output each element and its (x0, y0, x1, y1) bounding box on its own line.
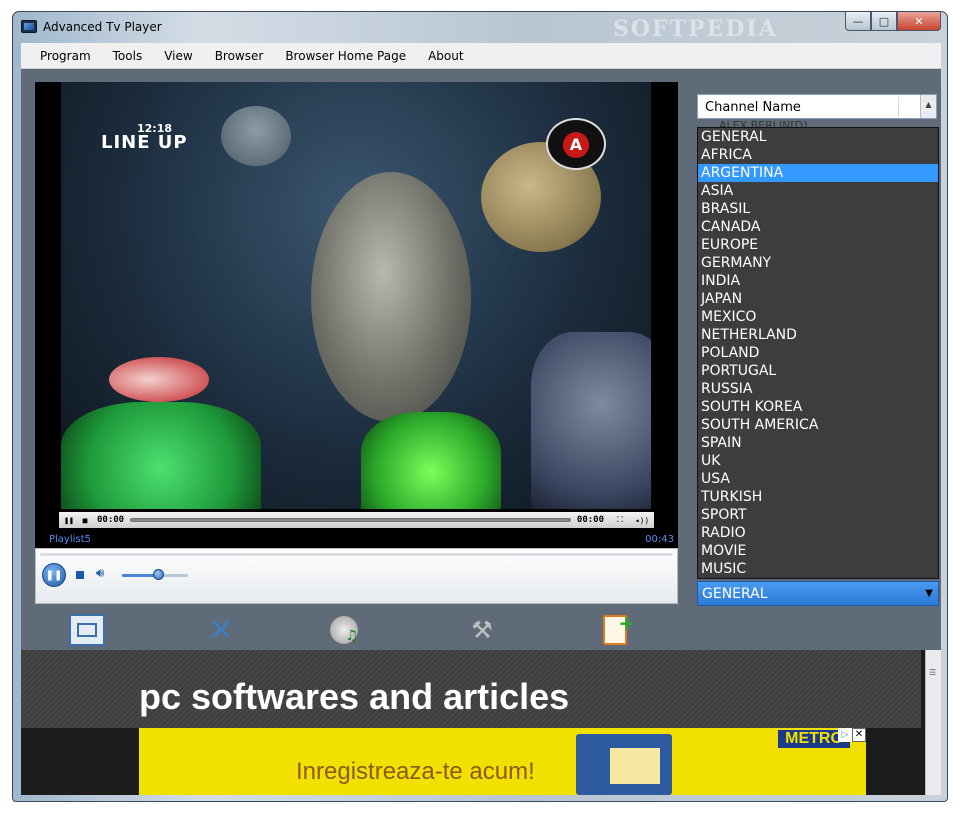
category-option[interactable]: SPAIN (698, 434, 938, 452)
progress-line[interactable] (40, 553, 673, 556)
mini-stop-icon[interactable]: ■ (79, 514, 91, 526)
video-fish-large (311, 172, 471, 422)
player-controls: ❚❚ 🔊︎ (35, 548, 678, 604)
category-option[interactable]: MEXICO (698, 308, 938, 326)
ad-close-icon[interactable]: ✕ (852, 728, 866, 742)
category-option[interactable]: SOUTH AMERICA (698, 416, 938, 434)
channel-logo-letter: A (563, 132, 589, 158)
category-option[interactable]: MUSIC (698, 560, 938, 578)
browser-scrollbar[interactable]: ☰ (925, 650, 941, 795)
category-option[interactable]: INDIA (698, 272, 938, 290)
add-channel-icon[interactable]: + (597, 611, 635, 646)
shuffle-icon[interactable]: ✕ (203, 613, 239, 648)
embedded-browser: pc softwares and articles ☰ Inregistreaz… (21, 650, 941, 795)
seek-start-time: 00:00 (97, 515, 125, 525)
minimize-button[interactable]: — (845, 12, 871, 31)
category-option[interactable]: GERMANY (698, 254, 938, 272)
channel-name-column[interactable]: Channel Name (705, 100, 801, 115)
ad-info-icon[interactable]: ▷ (838, 728, 852, 742)
video-area: 12:18 LINE UP A ❚❚ ■ 00:00 00:00 ⛶ ◂)) P… (35, 82, 678, 548)
pause-icon: ❚❚ (45, 569, 63, 581)
chevron-down-icon[interactable]: ▼ (925, 588, 933, 599)
category-option[interactable]: SOUTH KOREA (698, 398, 938, 416)
caption-buttons: — □ ✕ (845, 12, 941, 32)
category-option[interactable]: PORTUGAL (698, 362, 938, 380)
category-option[interactable]: AFRICA (698, 146, 938, 164)
scroll-grip-icon[interactable]: ☰ (929, 668, 939, 678)
volume-thumb[interactable] (153, 569, 165, 580)
scroll-up-icon[interactable]: ▲ (920, 95, 936, 118)
menu-view[interactable]: View (153, 49, 203, 63)
column-separator (898, 97, 899, 117)
browser-headline[interactable]: pc softwares and articles (139, 676, 569, 718)
video-fish-small (221, 106, 291, 166)
ad-banner[interactable]: Inregistreaza-te acum! METRO ▷ ✕ (139, 728, 866, 795)
menu-browser[interactable]: Browser (204, 49, 275, 63)
category-option[interactable]: BRASIL (698, 200, 938, 218)
category-option[interactable]: CANADA (698, 218, 938, 236)
category-option[interactable]: UK (698, 452, 938, 470)
mini-fullscreen-icon[interactable]: ⛶ (614, 514, 626, 526)
menu-browser-home-page[interactable]: Browser Home Page (274, 49, 417, 63)
bottom-toolbar: ✕ ♫ ⚒ + (21, 606, 941, 650)
tools-icon[interactable]: ⚒ (464, 614, 500, 646)
seek-end-time: 00:00 (576, 515, 604, 525)
category-option[interactable]: MOVIE (698, 542, 938, 560)
category-option[interactable]: NETHERLAND (698, 326, 938, 344)
ad-message[interactable]: Inregistreaza-te acum! (296, 758, 535, 786)
video-plants-center (361, 412, 501, 509)
fullscreen-icon[interactable] (69, 614, 105, 646)
channel-list-header[interactable]: Channel Name ▲ (697, 94, 937, 119)
video-rocks-right (531, 332, 651, 509)
category-option[interactable]: RADIO (698, 524, 938, 542)
mini-volume-icon[interactable]: ◂)) (630, 514, 654, 526)
video-fish-red (109, 357, 209, 402)
stop-button[interactable] (76, 571, 84, 579)
menu-bar: Program Tools View Browser Browser Home … (21, 43, 941, 69)
category-option[interactable]: EUROPE (698, 236, 938, 254)
menu-tools[interactable]: Tools (102, 49, 154, 63)
title-bar[interactable]: Advanced Tv Player SOFTPEDIA — □ ✕ (13, 12, 947, 42)
overlay-brand: LINE UP (101, 132, 188, 153)
category-option[interactable]: RUSSIA (698, 380, 938, 398)
category-option[interactable]: USA (698, 470, 938, 488)
playlist-time: 00:43 (645, 534, 674, 545)
client-area: 12:18 LINE UP A ❚❚ ■ 00:00 00:00 ⛶ ◂)) P… (21, 69, 941, 795)
video-display[interactable]: 12:18 LINE UP A (61, 82, 651, 509)
category-option[interactable]: POLAND (698, 344, 938, 362)
pause-button[interactable]: ❚❚ (42, 563, 66, 587)
category-option[interactable]: JAPAN (698, 290, 938, 308)
category-selected: GENERAL (702, 586, 768, 602)
menu-program[interactable]: Program (29, 49, 102, 63)
window-title: Advanced Tv Player (43, 20, 162, 34)
ad-card-image (576, 734, 672, 795)
music-disc-icon[interactable]: ♫ (326, 614, 362, 646)
category-dropdown-list[interactable]: GENERAL AFRICA ARGENTINA ASIA BRASIL CANADA EU… (697, 127, 939, 579)
category-option[interactable]: ARGENTINA (698, 164, 938, 182)
video-seek-bar: ❚❚ ■ 00:00 00:00 ⛶ ◂)) (59, 512, 654, 528)
video-plants-left (61, 402, 261, 509)
tv-app-icon (21, 20, 37, 33)
menu-about[interactable]: About (417, 49, 474, 63)
mini-pause-icon[interactable]: ❚❚ (63, 514, 75, 526)
app-window: Advanced Tv Player SOFTPEDIA — □ ✕ Progr… (12, 11, 948, 802)
category-option[interactable]: GENERAL (698, 128, 938, 146)
softpedia-watermark: SOFTPEDIA (613, 16, 778, 42)
volume-icon[interactable]: 🔊︎ (96, 566, 104, 581)
category-option[interactable]: TURKISH (698, 488, 938, 506)
channel-panel: Channel Name ▲ ALEX BERLIN[D] GENERAL AFR… (697, 94, 939, 606)
playlist-label: Playlist5 (49, 534, 91, 545)
category-option[interactable]: SPORT (698, 506, 938, 524)
category-option[interactable]: ASIA (698, 182, 938, 200)
close-button[interactable]: ✕ (897, 12, 941, 31)
category-combobox[interactable]: GENERAL ▼ (697, 581, 939, 606)
hiphop-channel-logo: A (546, 118, 606, 170)
seek-track[interactable] (130, 518, 571, 522)
maximize-button[interactable]: □ (871, 12, 897, 31)
